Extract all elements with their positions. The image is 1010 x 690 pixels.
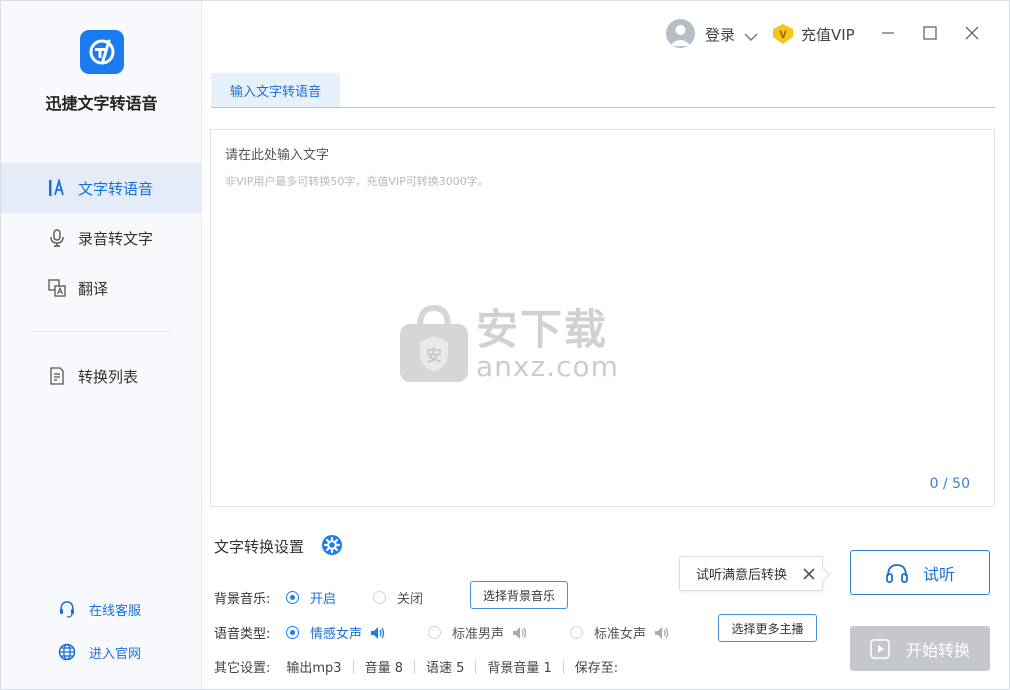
watermark: 安 安下载 anxz.com [398, 304, 619, 384]
char-counter: 0 / 50 [929, 476, 970, 492]
app-name: 迅捷文字转语音 [45, 94, 158, 113]
voice-option-label: 情感女声 [310, 627, 363, 642]
tab-input-text-to-speech[interactable]: 输入文字转语音 [211, 73, 340, 108]
microphone-icon [47, 228, 67, 248]
recharge-vip-button[interactable]: 充值VIP [801, 24, 855, 45]
watermark-bag-icon: 安 [400, 304, 468, 382]
editor-hint: 非VIP用户最多可转换50字，充值VIP可转换3000字。 [225, 175, 489, 188]
play-icon [870, 638, 890, 659]
sidebar-item-label: 转换列表 [78, 367, 139, 386]
settings-title: 文字转换设置 [214, 538, 305, 556]
bgm-volume-setting[interactable]: 背景音量 1 [487, 657, 551, 676]
text-to-speech-icon [47, 178, 67, 198]
app-logo-icon [80, 30, 124, 74]
bgm-off-radio[interactable]: 关闭 [373, 588, 423, 607]
bgm-on-label: 开启 [310, 592, 337, 607]
bgm-label: 背景音乐: [214, 592, 271, 607]
svg-text:V: V [779, 29, 787, 41]
speaker-icon[interactable] [654, 626, 670, 640]
voice-option-label: 标准女声 [594, 627, 647, 642]
listen-button[interactable]: 试听 [850, 550, 990, 595]
bgm-on-radio[interactable]: 开启 [286, 588, 336, 607]
sidebar: 迅捷文字转语音 文字转语音 录音转文字 翻译 转换列表 在线客服 进入官网 [1, 1, 202, 689]
sidebar-item-label: 翻译 [78, 279, 109, 298]
sidebar-divider [33, 331, 171, 332]
close-icon[interactable] [802, 567, 816, 581]
watermark-en: anxz.com [476, 350, 619, 383]
editor-placeholder: 请在此处输入文字 [225, 148, 330, 163]
minimize-button[interactable] [878, 23, 898, 43]
tooltip-text: 试听满意后转换 [696, 568, 788, 583]
voice-option-label: 标准男声 [452, 627, 505, 642]
headphones-icon [886, 563, 908, 583]
convert-label: 开始转换 [905, 640, 970, 660]
speaker-icon[interactable] [370, 626, 386, 640]
sidebar-item-text-to-speech[interactable]: 文字转语音 [1, 163, 202, 213]
voice-standard-male-radio[interactable]: 标准男声 [428, 623, 528, 642]
close-window-button[interactable] [962, 23, 982, 43]
voice-type-label: 语音类型: [214, 627, 271, 642]
sidebar-item-label: 文字转语音 [78, 179, 154, 198]
chevron-down-icon[interactable] [744, 27, 758, 46]
maximize-button[interactable] [920, 23, 940, 43]
convert-list-icon [47, 366, 67, 386]
app-window: 迅捷文字转语音 文字转语音 录音转文字 翻译 转换列表 在线客服 进入官网 登录… [0, 0, 1010, 690]
bgm-off-label: 关闭 [397, 592, 424, 607]
watermark-cn: 安下载 [476, 305, 609, 354]
other-settings-label: 其它设置: [214, 661, 271, 676]
voice-emotional-female-radio[interactable]: 情感女声 [286, 623, 386, 642]
voice-standard-female-radio[interactable]: 标准女声 [570, 623, 670, 642]
start-convert-button[interactable]: 开始转换 [850, 626, 990, 671]
customer-service-icon [57, 599, 77, 619]
vip-crown-icon: V [771, 23, 795, 49]
speaker-icon[interactable] [512, 626, 528, 640]
output-format-setting[interactable]: 输出mp3 [286, 657, 341, 676]
online-service-link[interactable]: 在线客服 [57, 599, 141, 619]
online-service-label: 在线客服 [89, 603, 142, 619]
other-settings-row: 其它设置: 输出mp3 音量 8 语速 5 背景音量 1 保存至: [214, 657, 618, 676]
volume-setting[interactable]: 音量 8 [365, 657, 403, 676]
globe-icon [57, 642, 77, 662]
translate-icon [47, 278, 67, 298]
choose-more-voices-button[interactable]: 选择更多主播 [718, 614, 817, 642]
tab-underline [211, 107, 995, 108]
sidebar-item-speech-to-text[interactable]: 录音转文字 [1, 213, 202, 263]
sidebar-item-convert-list[interactable]: 转换列表 [1, 351, 202, 401]
save-to-setting[interactable]: 保存至: [575, 657, 618, 676]
listen-tooltip: 试听满意后转换 [679, 556, 823, 591]
avatar[interactable] [666, 19, 695, 48]
login-button[interactable]: 登录 [705, 24, 735, 45]
speed-setting[interactable]: 语速 5 [426, 657, 464, 676]
listen-label: 试听 [922, 564, 955, 584]
text-input-area[interactable]: 请在此处输入文字 非VIP用户最多可转换50字，充值VIP可转换3000字。 安… [210, 129, 995, 507]
official-site-label: 进入官网 [89, 646, 142, 662]
official-site-link[interactable]: 进入官网 [57, 642, 141, 662]
svg-text:安: 安 [426, 346, 442, 365]
sidebar-item-translate[interactable]: 翻译 [1, 263, 202, 313]
sidebar-item-label: 录音转文字 [78, 229, 154, 248]
choose-bgm-button[interactable]: 选择背景音乐 [470, 581, 568, 609]
gear-icon[interactable] [321, 534, 343, 556]
